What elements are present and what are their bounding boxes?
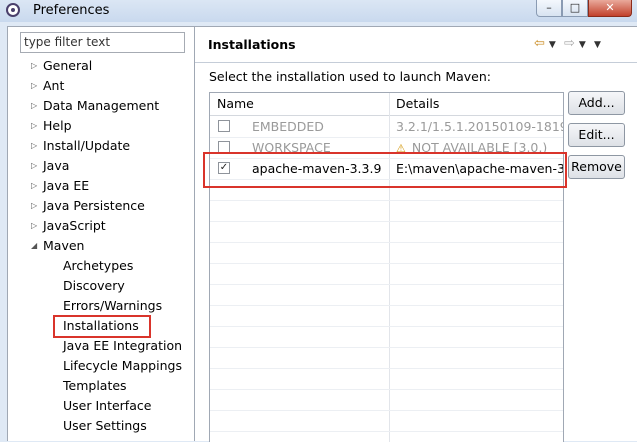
- window-title: Preferences: [33, 3, 110, 18]
- empty-table-row: [210, 368, 563, 390]
- preferences-tree-panel: type filter text ▷ General ▷ Ant ▷ Data Manag…: [7, 26, 195, 441]
- page-nav-toolbar: ⇦ ▼ ⇨ ▼ ▼: [534, 36, 605, 51]
- eclipse-app-icon: [6, 3, 20, 17]
- empty-table-row: [210, 305, 563, 327]
- collapsed-arrow-icon[interactable]: ▷: [31, 117, 41, 135]
- empty-table-row: [210, 326, 563, 348]
- empty-table-row: [210, 389, 563, 411]
- tree-item-label: Data Management: [43, 98, 160, 113]
- collapsed-arrow-icon[interactable]: ▷: [31, 197, 41, 215]
- tree-item-label: Java EE Integration: [63, 338, 183, 353]
- empty-table-row: [210, 284, 563, 306]
- collapsed-arrow-icon[interactable]: ▷: [31, 97, 41, 115]
- title-bar: Preferences – □ ✕: [0, 0, 637, 22]
- remove-button[interactable]: Remove: [568, 155, 625, 179]
- installation-details: 3.2.1/1.5.1.20150109-1819: [396, 119, 564, 134]
- back-arrow-icon[interactable]: ⇦: [534, 36, 545, 51]
- installation-details-text: 3.2.1/1.5.1.20150109-1819: [396, 119, 564, 134]
- edit-button[interactable]: Edit...: [568, 123, 625, 147]
- collapsed-arrow-icon[interactable]: ▷: [31, 217, 41, 235]
- filter-input[interactable]: type filter text: [20, 32, 185, 53]
- collapsed-arrow-icon[interactable]: ▷: [31, 137, 41, 155]
- tree-item-label: Java Persistence: [43, 198, 145, 213]
- tree-item-label: Lifecycle Mappings: [63, 358, 182, 373]
- installations-table: Name Details EMBEDDED 3.2.1/1.5.1.2015010…: [209, 92, 564, 442]
- title-divider: [195, 62, 637, 63]
- forward-arrow-icon[interactable]: ⇨: [564, 36, 575, 51]
- tree-item-label: Maven: [43, 238, 85, 253]
- selected-row-highlight-box: [203, 152, 567, 188]
- column-header-name[interactable]: Name: [217, 96, 254, 111]
- collapsed-arrow-icon[interactable]: ▷: [31, 77, 41, 95]
- tree-item-label: Ant: [43, 78, 65, 93]
- column-header-details[interactable]: Details: [396, 96, 439, 111]
- view-menu-chevron-down-icon[interactable]: ▼: [594, 40, 601, 50]
- row-checkbox[interactable]: [218, 120, 230, 132]
- maximize-button[interactable]: □: [562, 0, 588, 17]
- add-button[interactable]: Add...: [568, 91, 625, 115]
- tree-item-label: JavaScript: [43, 218, 106, 233]
- empty-table-row: [210, 347, 563, 369]
- empty-table-row: [210, 431, 563, 442]
- minimize-button[interactable]: –: [536, 0, 562, 17]
- collapsed-arrow-icon[interactable]: ▷: [31, 177, 41, 195]
- expanded-arrow-icon[interactable]: ◢: [31, 237, 41, 255]
- tree-item-label: User Settings: [63, 418, 147, 433]
- installations-highlight-box: [53, 315, 151, 338]
- tree-item-label: Help: [43, 118, 72, 133]
- tree-item-label: Discovery: [63, 278, 125, 293]
- collapsed-arrow-icon[interactable]: ▷: [31, 157, 41, 175]
- tree-item-label: Install/Update: [43, 138, 131, 153]
- tree-item-label: Java EE: [43, 178, 90, 193]
- page-title: Installations: [208, 37, 296, 52]
- table-row[interactable]: EMBEDDED 3.2.1/1.5.1.20150109-1819: [210, 116, 563, 138]
- empty-table-row: [210, 410, 563, 432]
- page-description: Select the installation used to launch M…: [209, 69, 491, 84]
- empty-table-row: [210, 200, 563, 222]
- back-menu-chevron-down-icon[interactable]: ▼: [549, 40, 556, 50]
- tree-item-label: Archetypes: [63, 258, 134, 273]
- tree-item-label: Java: [43, 158, 70, 173]
- close-button[interactable]: ✕: [588, 0, 632, 17]
- installations-page: Installations ⇦ ▼ ⇨ ▼ ▼ Select the install…: [195, 26, 637, 442]
- table-header: Name Details: [210, 93, 563, 116]
- forward-menu-chevron-down-icon[interactable]: ▼: [579, 40, 586, 50]
- empty-table-row: [210, 242, 563, 264]
- tree-item-label: Templates: [63, 378, 127, 393]
- tree-item-label: Errors/Warnings: [63, 298, 163, 313]
- tree-item-label: User Interface: [63, 398, 152, 413]
- empty-table-row: [210, 263, 563, 285]
- empty-table-row: [210, 221, 563, 243]
- tree-item-label: General: [43, 58, 93, 73]
- collapsed-arrow-icon[interactable]: ▷: [31, 57, 41, 75]
- installation-name: EMBEDDED: [252, 119, 324, 134]
